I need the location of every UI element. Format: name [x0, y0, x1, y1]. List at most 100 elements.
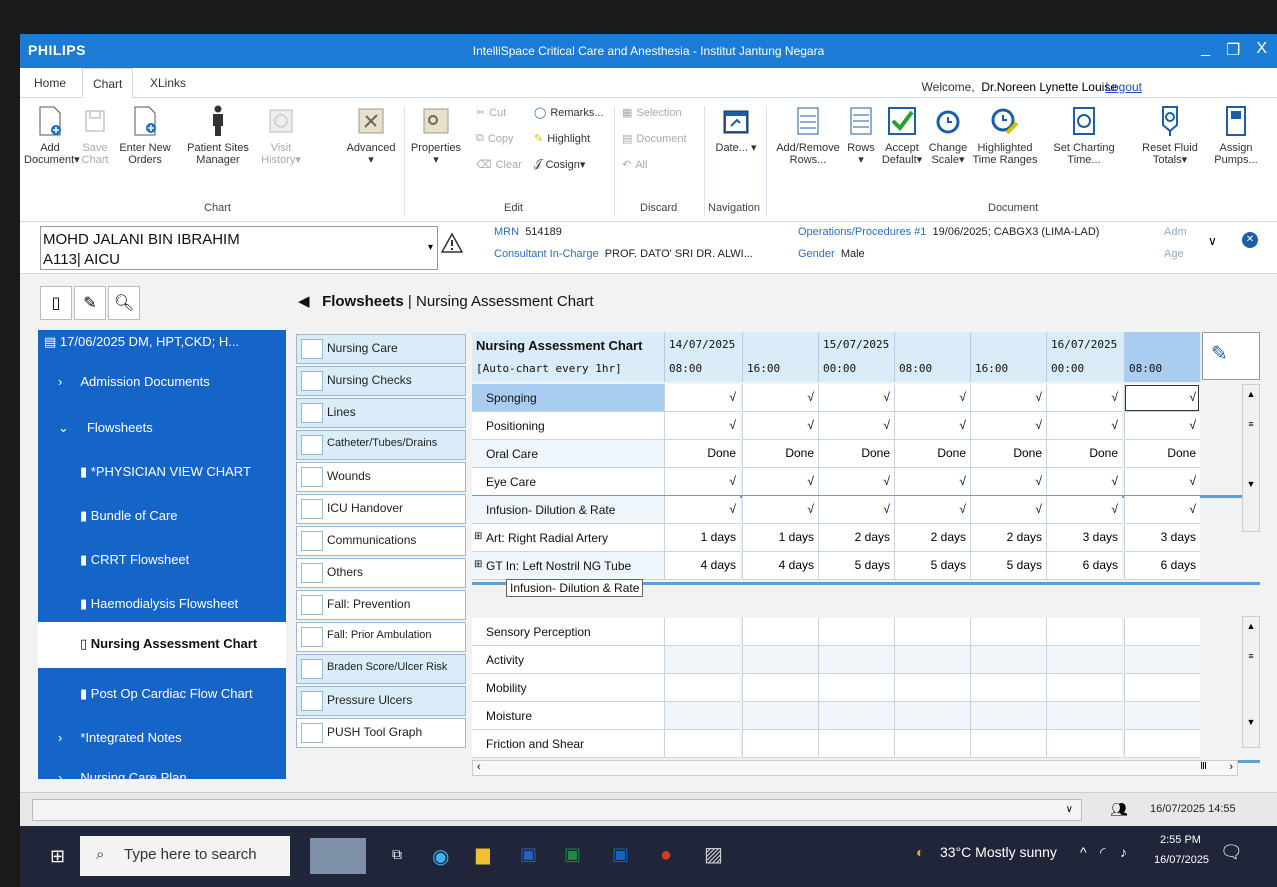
grid-row-label[interactable]: Activity — [472, 646, 664, 674]
grid-cell[interactable]: √ — [1046, 384, 1122, 412]
notification-icon[interactable]: 🗨︎ — [1220, 842, 1243, 863]
grid-cell[interactable] — [664, 646, 740, 674]
tab-chart[interactable]: Chart — [82, 68, 134, 99]
discard-all-button[interactable]: ↶ All — [622, 158, 647, 172]
copy-button[interactable]: ⧉ Copy — [476, 132, 514, 145]
subtab-wounds[interactable]: Wounds — [296, 462, 466, 492]
grid-cell[interactable]: √ — [970, 496, 1046, 524]
scroll-left-icon[interactable]: ‹ — [477, 761, 481, 773]
grid-cell[interactable]: √ — [970, 412, 1046, 440]
grid-cell[interactable]: Done — [970, 440, 1046, 468]
network-icon[interactable]: ◜ — [1100, 844, 1105, 861]
grid-row-label[interactable]: Friction and Shear — [472, 730, 664, 758]
weather-text[interactable]: 33°C Mostly sunny — [940, 844, 1057, 860]
powerpoint-icon[interactable]: ● — [660, 844, 672, 867]
grid-cell[interactable]: √ — [1124, 496, 1200, 524]
sidebar-tab-edit[interactable]: ✎ — [74, 286, 106, 320]
change-scale-button[interactable]: Change Scale▾ — [926, 104, 970, 166]
scroll-thumb-icon[interactable]: ≡ — [1243, 651, 1259, 661]
sidebar-item-flowsheets[interactable]: ⌄ Flowsheets — [58, 420, 306, 436]
grid-cell[interactable]: √ — [894, 468, 970, 496]
grid-cell[interactable] — [970, 618, 1046, 646]
grid-cell[interactable]: 1 days — [664, 524, 740, 552]
grid-cell[interactable] — [1124, 646, 1200, 674]
clear-button[interactable]: ⌫ Clear — [476, 158, 522, 172]
grid-cell[interactable] — [970, 646, 1046, 674]
breadcrumb-section[interactable]: Flowsheets — [322, 293, 404, 310]
grid-cell[interactable]: √ — [1046, 468, 1122, 496]
windows-start-icon[interactable]: ⊞ — [50, 846, 65, 867]
grid-cell[interactable]: 4 days — [664, 552, 740, 580]
file-explorer-icon[interactable]: ▆ — [476, 844, 490, 865]
time-column-header[interactable]: 08:00 — [894, 332, 970, 382]
grid-cell[interactable]: 3 days — [1124, 524, 1200, 552]
sidebar-item-crrt-flowsheet[interactable]: ▮ CRRT Flowsheet — [80, 552, 328, 568]
logout-link[interactable]: Logout — [1105, 80, 1142, 94]
grid-cell[interactable]: √ — [664, 384, 740, 412]
grid-cell[interactable]: √ — [1124, 468, 1200, 496]
grid-cell[interactable]: √ — [1046, 412, 1122, 440]
warning-icon[interactable] — [440, 232, 464, 259]
grid-cell[interactable]: Done — [1046, 440, 1122, 468]
sidebar-item-haemodialysis-flowsheet[interactable]: ▮ Haemodialysis Flowsheet — [80, 596, 328, 612]
grid-cell[interactable]: Done — [742, 440, 818, 468]
expand-icon[interactable]: ⊞ — [474, 559, 482, 570]
reset-fluid-totals-button[interactable]: Reset Fluid Totals▾ — [1130, 104, 1210, 166]
subtab-communications[interactable]: Communications — [296, 526, 466, 556]
scroll-down-icon[interactable]: ▼ — [1243, 479, 1259, 489]
search-highlight-image[interactable] — [310, 838, 366, 874]
grid-cell[interactable]: √ — [818, 468, 894, 496]
grid-cell[interactable]: √ — [742, 468, 818, 496]
grid-cell[interactable] — [742, 702, 818, 730]
grid-cell[interactable] — [894, 702, 970, 730]
grid-cell[interactable]: 6 days — [1124, 552, 1200, 580]
time-column-header[interactable]: 16:00 — [970, 332, 1046, 382]
grid-cell[interactable]: 3 days — [1046, 524, 1122, 552]
grid-cell[interactable]: 4 days — [742, 552, 818, 580]
patient-selector[interactable]: MOHD JALANI BIN IBRAHIM A113| AICU — [40, 226, 438, 270]
subtab-nursing-care[interactable]: Nursing Care — [296, 334, 466, 364]
time-column-header[interactable]: 16/07/2025 00:00 — [1046, 332, 1122, 382]
sidebar-tab-documents[interactable]: ▯ — [40, 286, 72, 320]
time-column-header[interactable]: 16:00 — [742, 332, 818, 382]
grid-row-label[interactable]: Positioning — [472, 412, 664, 440]
sidebar-item-physician-view-chart[interactable]: ▮ *PHYSICIAN VIEW CHART — [80, 464, 328, 480]
restore-button[interactable]: ❐ — [1226, 40, 1240, 60]
subtab-push-tool-graph[interactable]: PUSH Tool Graph — [296, 718, 466, 748]
outlook-icon[interactable]: ▣ — [612, 844, 629, 865]
grid-row-label[interactable]: Moisture — [472, 702, 664, 730]
grid-cell[interactable]: 5 days — [894, 552, 970, 580]
grid-cell[interactable]: √ — [1124, 384, 1200, 412]
grid-cell[interactable] — [818, 674, 894, 702]
grid-cell[interactable] — [742, 674, 818, 702]
subtab-catheter-tubes-drains[interactable]: Catheter/Tubes/Drains — [296, 430, 466, 460]
sidebar-item-admission-documents[interactable]: › Admission Documents — [58, 374, 306, 389]
grid-cell[interactable] — [742, 646, 818, 674]
back-arrow-icon[interactable]: ◀ — [298, 293, 310, 310]
grid-cell[interactable]: √ — [818, 384, 894, 412]
grid-cell[interactable]: √ — [742, 384, 818, 412]
close-patient-icon[interactable]: ✕ — [1242, 232, 1258, 248]
cut-button[interactable]: ✂ Cut — [476, 106, 506, 120]
grid-cell[interactable] — [970, 702, 1046, 730]
grid-cell[interactable] — [742, 730, 818, 758]
grid-cell[interactable] — [1124, 674, 1200, 702]
grid-row-label[interactable]: Mobility — [472, 674, 664, 702]
time-column-header[interactable]: 14/07/2025 08:00 — [664, 332, 740, 382]
grid-cell[interactable] — [1124, 702, 1200, 730]
tray-chevron-icon[interactable]: ^ — [1080, 844, 1087, 860]
scroll-down-icon[interactable]: ▼ — [1243, 717, 1259, 727]
grid-row-label[interactable]: Oral Care — [472, 440, 664, 468]
advanced-button[interactable]: Advanced ▾ — [344, 104, 398, 166]
grid-cell[interactable]: 2 days — [894, 524, 970, 552]
word-icon[interactable]: ▣ — [520, 844, 537, 865]
subtab-fall-prior-ambulation[interactable]: Fall: Prior Ambulation — [296, 622, 466, 652]
grid-cell[interactable] — [1124, 730, 1200, 758]
scroll-right-icon[interactable]: › — [1229, 761, 1233, 773]
add-document-button[interactable]: Add Document▾ — [24, 104, 80, 166]
grid-cell[interactable]: Done — [664, 440, 740, 468]
grid-cell[interactable] — [1046, 730, 1122, 758]
assign-pumps-button[interactable]: Assign Pumps... — [1210, 104, 1262, 166]
accept-default-button[interactable]: Accept Default▾ — [880, 104, 924, 166]
time-column-header[interactable]: 15/07/2025 00:00 — [818, 332, 894, 382]
